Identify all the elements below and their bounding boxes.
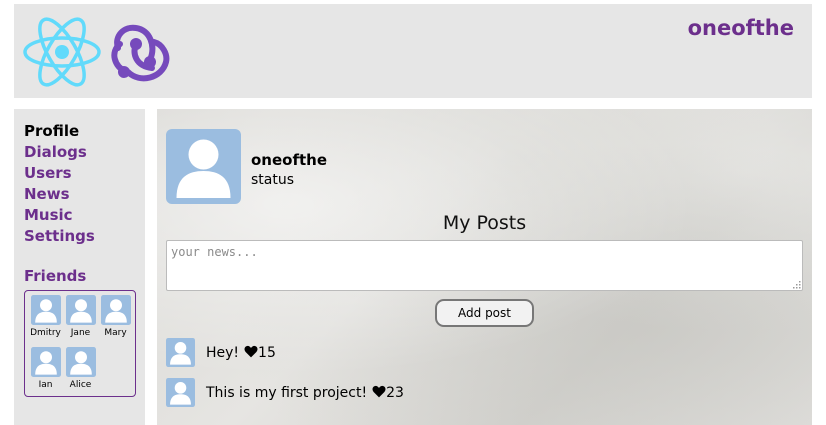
nav-item-profile[interactable]: Profile [24, 121, 95, 142]
friend-avatar-icon [66, 295, 96, 325]
friend-item-dmitry[interactable]: Dmitry [29, 295, 62, 338]
friend-avatar-icon [31, 295, 61, 325]
friend-item-mary[interactable]: Mary [99, 295, 132, 338]
profile-content: oneofthe status My Posts Add post Hey! 15… [157, 109, 812, 425]
posts-title: My Posts [442, 212, 527, 234]
friend-avatar-icon [31, 347, 61, 377]
login-name[interactable]: oneofthe [688, 16, 794, 40]
friends-title[interactable]: Friends [24, 267, 86, 285]
post-text: Hey! 15 [206, 345, 276, 361]
react-logo-icon [23, 17, 101, 87]
friends-list: Dmitry Jane Mary Ian Alice [24, 290, 136, 397]
profile-name: oneofthe [251, 151, 328, 169]
nav-item-dialogs[interactable]: Dialogs [24, 142, 95, 163]
post-message: This is my first project! [206, 385, 368, 401]
news-input[interactable] [166, 240, 803, 291]
post-avatar-icon [166, 378, 195, 407]
post-likes-count: 23 [386, 385, 404, 401]
post-message: Hey! [206, 345, 240, 361]
friend-name: Ian [38, 380, 53, 390]
post-likes-count: 15 [258, 345, 276, 361]
friend-avatar-icon [66, 347, 96, 377]
nav-item-news[interactable]: News [24, 184, 95, 205]
redux-logo-icon [111, 24, 170, 82]
friend-item-jane[interactable]: Jane [64, 295, 97, 338]
friend-name: Jane [70, 328, 91, 338]
friend-name: Dmitry [30, 328, 61, 338]
nav-item-users[interactable]: Users [24, 163, 95, 184]
friend-item-ian[interactable]: Ian [29, 347, 62, 390]
heart-icon[interactable] [244, 345, 258, 358]
post-avatar-icon [166, 338, 195, 367]
profile-avatar-icon [166, 129, 241, 204]
sidebar: Profile Dialogs Users News Music Setting… [14, 109, 145, 425]
friend-name: Alice [69, 380, 92, 390]
friend-item-alice[interactable]: Alice [64, 347, 97, 390]
profile-status[interactable]: status [251, 172, 294, 188]
friend-avatar-icon [101, 295, 131, 325]
nav-item-settings[interactable]: Settings [24, 226, 95, 247]
friend-name: Mary [104, 328, 127, 338]
app-header: oneofthe [14, 4, 812, 98]
heart-icon[interactable] [372, 385, 386, 398]
post-text: This is my first project! 23 [206, 385, 404, 401]
resize-grip-icon[interactable] [793, 281, 801, 289]
main-nav: Profile Dialogs Users News Music Setting… [24, 121, 95, 247]
add-post-button[interactable]: Add post [435, 299, 534, 327]
nav-item-music[interactable]: Music [24, 205, 95, 226]
